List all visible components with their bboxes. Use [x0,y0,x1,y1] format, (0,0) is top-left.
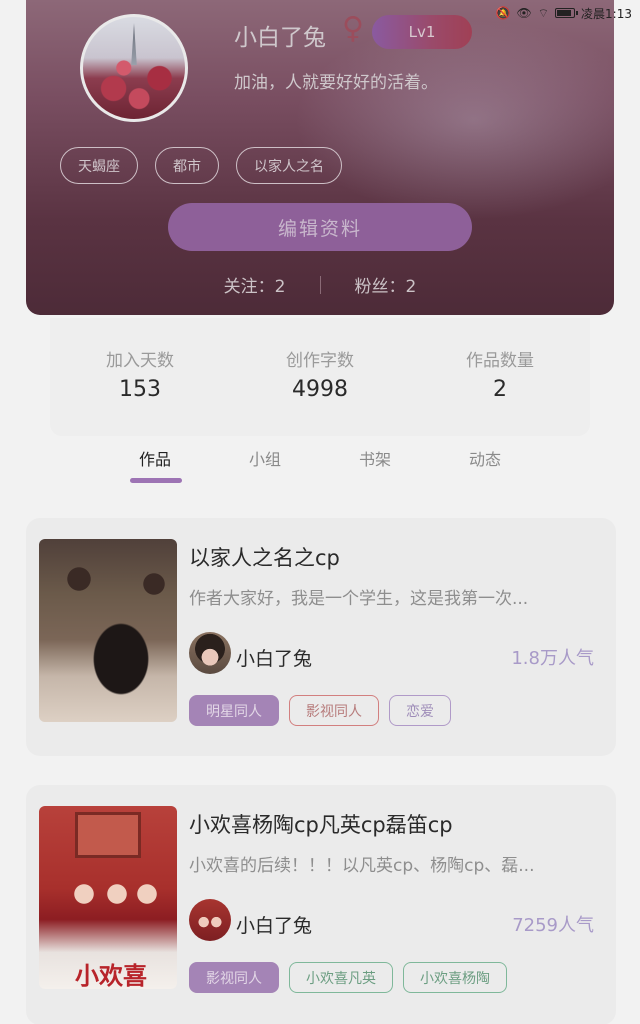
tab-activity[interactable]: 动态 [430,446,540,486]
followers-count[interactable]: 粉丝：2 [355,272,417,297]
work-tag[interactable]: 影视同人 [289,695,379,726]
cover-title-text: 小欢喜 [75,961,147,989]
work-tag[interactable]: 明星同人 [189,695,279,726]
profile-tags: 天蝎座 都市 以家人之名 [60,147,342,184]
profile-tabs: 作品 小组 书架 动态 [100,446,540,486]
eye-icon: 👁 [516,6,532,20]
stat-join-days: 加入天数 153 [60,346,220,436]
work-title[interactable]: 以家人之名之cp [189,542,340,572]
following-count[interactable]: 关注：2 [224,272,286,297]
battery-icon [555,8,579,18]
work-description: 作者大家好，我是一个学生，这是我第一次... [189,589,529,609]
female-gender-icon: ♀ [342,11,364,46]
follow-stats: 关注：2 粉丝：2 [26,272,614,297]
author-name[interactable]: 小白了兔 [236,644,312,671]
stat-word-count: 创作字数 4998 [240,346,400,436]
level-badge[interactable]: Lv1 [372,15,472,49]
stat-value: 2 [493,377,507,402]
work-cover-image[interactable]: 小欢喜 [39,806,177,989]
status-bar: 🔕 👁 ⌔ 凌晨1:13 [496,0,632,26]
tab-bookshelf[interactable]: 书架 [320,446,430,486]
avatar-tower-graphic [131,23,137,65]
mute-icon: 🔕 [495,6,511,20]
author-name[interactable]: 小白了兔 [236,911,312,938]
work-tags: 明星同人 影视同人 恋爱 [189,695,451,726]
status-time: 凌晨1:13 [581,6,632,21]
work-tags: 影视同人 小欢喜凡英 小欢喜杨陶 [189,962,507,993]
work-card[interactable]: 小欢喜 小欢喜杨陶cp凡英cp磊笛cp 小欢喜的后续！！！以凡英cp、杨陶cp、… [26,785,616,1024]
work-tag[interactable]: 影视同人 [189,962,279,993]
work-tag[interactable]: 小欢喜凡英 [289,962,393,993]
stats-card: 加入天数 153 创作字数 4998 作品数量 2 [50,318,590,436]
work-tag[interactable]: 小欢喜杨陶 [403,962,507,993]
edit-profile-button[interactable]: 编辑资料 [168,203,472,251]
author-avatar[interactable] [189,632,231,674]
author-avatar[interactable] [189,899,231,941]
work-title[interactable]: 小欢喜杨陶cp凡英cp磊笛cp [189,809,453,839]
divider [319,275,321,294]
profile-tag[interactable]: 都市 [155,147,219,184]
profile-tag[interactable]: 天蝎座 [60,147,138,184]
avatar[interactable] [80,14,188,122]
work-cover-image[interactable] [39,539,177,722]
wifi-icon: ⌔ [537,6,550,20]
stat-value: 4998 [292,377,348,402]
work-description: 小欢喜的后续！！！以凡英cp、杨陶cp、磊... [189,856,535,876]
work-popularity: 1.8万人气 [511,648,594,669]
stat-label: 作品数量 [466,351,534,371]
profile-motto: 加油，人就要好好的活着。 [234,73,438,93]
work-card[interactable]: 以家人之名之cp 作者大家好，我是一个学生，这是我第一次... 小白了兔 1.8… [26,518,616,756]
cover-picture-frame [75,812,141,858]
work-popularity: 7259人气 [512,915,594,936]
stat-label: 创作字数 [286,351,354,371]
work-tag[interactable]: 恋爱 [389,695,451,726]
tab-works[interactable]: 作品 [100,446,210,486]
profile-tag[interactable]: 以家人之名 [236,147,342,184]
tab-groups[interactable]: 小组 [210,446,320,486]
stat-works-count: 作品数量 2 [420,346,580,436]
profile-header: 小白了兔 ♀ Lv1 加油，人就要好好的活着。 天蝎座 都市 以家人之名 编辑资… [26,0,614,315]
stat-value: 153 [119,377,161,402]
stat-label: 加入天数 [106,351,174,371]
username: 小白了兔 [234,25,326,51]
